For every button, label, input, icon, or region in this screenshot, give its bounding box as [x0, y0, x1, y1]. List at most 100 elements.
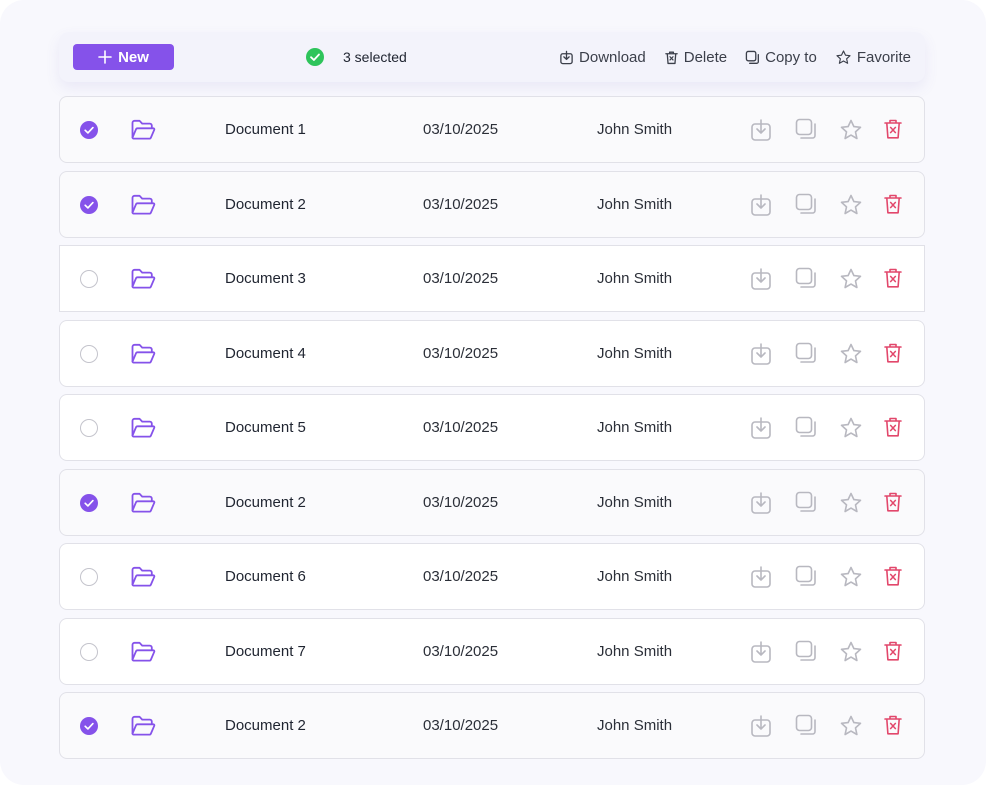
star-icon[interactable] [839, 193, 863, 217]
copy-icon[interactable] [795, 118, 817, 140]
download-icon[interactable] [750, 714, 772, 738]
file-owner: John Smith [597, 419, 673, 436]
star-icon[interactable] [839, 565, 863, 589]
row-checkbox[interactable] [80, 345, 98, 363]
copy-icon[interactable] [795, 714, 817, 736]
file-owner: John Smith [597, 568, 673, 585]
check-circle-icon [306, 48, 324, 66]
star-icon[interactable] [839, 714, 863, 738]
download-icon[interactable] [750, 267, 772, 291]
row-checkbox[interactable] [80, 419, 98, 437]
copy-to-action[interactable]: Copy to [745, 49, 817, 66]
file-name: Document 7 [225, 643, 306, 660]
trash-icon[interactable] [883, 565, 903, 587]
checkmark-icon [84, 722, 94, 730]
copy-to-label: Copy to [765, 48, 817, 66]
trash-icon[interactable] [883, 640, 903, 662]
checkmark-icon [84, 499, 94, 507]
trash-icon[interactable] [883, 118, 903, 140]
download-icon[interactable] [750, 193, 772, 217]
folder-icon [131, 715, 156, 736]
row-checkbox[interactable] [80, 717, 98, 735]
download-icon[interactable] [750, 416, 772, 440]
file-row[interactable]: Document 2 03/10/2025 John Smith [59, 692, 925, 759]
folder-icon [131, 492, 156, 513]
file-name: Document 2 [225, 494, 306, 511]
download-action[interactable]: Download [559, 49, 646, 66]
delete-action[interactable]: Delete [664, 49, 727, 66]
trash-icon[interactable] [883, 193, 903, 215]
download-icon[interactable] [750, 640, 772, 664]
folder-icon [131, 641, 156, 662]
file-owner: John Smith [597, 643, 673, 660]
row-checkbox[interactable] [80, 196, 98, 214]
bulk-actions: Download Delete Copy to Favorite [541, 46, 911, 68]
row-checkbox[interactable] [80, 643, 98, 661]
folder-icon [131, 194, 156, 215]
file-date: 03/10/2025 [423, 345, 499, 362]
download-label: Download [579, 48, 646, 66]
new-button[interactable]: New [73, 44, 174, 70]
favorite-label: Favorite [856, 48, 911, 66]
file-name: Document 4 [225, 345, 306, 362]
file-row[interactable]: Document 3 03/10/2025 John Smith [59, 245, 925, 312]
download-icon[interactable] [750, 342, 772, 366]
star-icon[interactable] [839, 491, 863, 515]
download-icon[interactable] [750, 491, 772, 515]
row-checkbox[interactable] [80, 121, 98, 139]
file-owner: John Smith [597, 196, 673, 213]
folder-icon [131, 119, 156, 140]
trash-icon[interactable] [883, 342, 903, 364]
file-date: 03/10/2025 [423, 196, 499, 213]
folder-icon [131, 417, 156, 438]
file-row[interactable]: Document 1 03/10/2025 John Smith [59, 96, 925, 163]
copy-icon[interactable] [795, 640, 817, 662]
file-date: 03/10/2025 [423, 494, 499, 511]
file-name: Document 2 [225, 196, 306, 213]
selected-count: 3 selected [343, 49, 407, 65]
file-date: 03/10/2025 [423, 643, 499, 660]
star-icon[interactable] [839, 118, 863, 142]
trash-icon[interactable] [883, 416, 903, 438]
file-owner: John Smith [597, 121, 673, 138]
new-button-label: New [118, 48, 149, 66]
row-checkbox[interactable] [80, 494, 98, 512]
file-row[interactable]: Document 2 03/10/2025 John Smith [59, 171, 925, 238]
copy-icon[interactable] [795, 193, 817, 215]
copy-icon[interactable] [795, 565, 817, 587]
file-row[interactable]: Document 5 03/10/2025 John Smith [59, 394, 925, 461]
copy-icon[interactable] [795, 491, 817, 513]
star-icon[interactable] [839, 267, 863, 291]
file-row[interactable]: Document 6 03/10/2025 John Smith [59, 543, 925, 610]
row-checkbox[interactable] [80, 568, 98, 586]
file-row[interactable]: Document 7 03/10/2025 John Smith [59, 618, 925, 685]
trash-icon[interactable] [883, 491, 903, 513]
folder-icon [131, 343, 156, 364]
favorite-action[interactable]: Favorite [835, 49, 911, 66]
file-name: Document 5 [225, 419, 306, 436]
download-icon [560, 50, 573, 64]
selection-toolbar: New 3 selected Download Delete Copy to F… [59, 32, 925, 82]
folder-icon [131, 268, 156, 289]
plus-icon [98, 50, 112, 64]
checkmark-icon [84, 201, 94, 209]
trash-icon[interactable] [883, 714, 903, 736]
delete-label: Delete [683, 48, 728, 66]
copy-icon [745, 50, 760, 64]
star-icon[interactable] [839, 416, 863, 440]
copy-icon[interactable] [795, 267, 817, 289]
file-row[interactable]: Document 2 03/10/2025 John Smith [59, 469, 925, 536]
selection-status: 3 selected [306, 47, 407, 67]
download-icon[interactable] [750, 565, 772, 589]
trash-icon[interactable] [883, 267, 903, 289]
folder-icon [131, 566, 156, 587]
download-icon[interactable] [750, 118, 772, 142]
file-owner: John Smith [597, 270, 673, 287]
row-checkbox[interactable] [80, 270, 98, 288]
star-icon[interactable] [839, 342, 863, 366]
star-icon[interactable] [839, 640, 863, 664]
file-owner: John Smith [597, 494, 673, 511]
copy-icon[interactable] [795, 342, 817, 364]
file-row[interactable]: Document 4 03/10/2025 John Smith [59, 320, 925, 387]
copy-icon[interactable] [795, 416, 817, 438]
